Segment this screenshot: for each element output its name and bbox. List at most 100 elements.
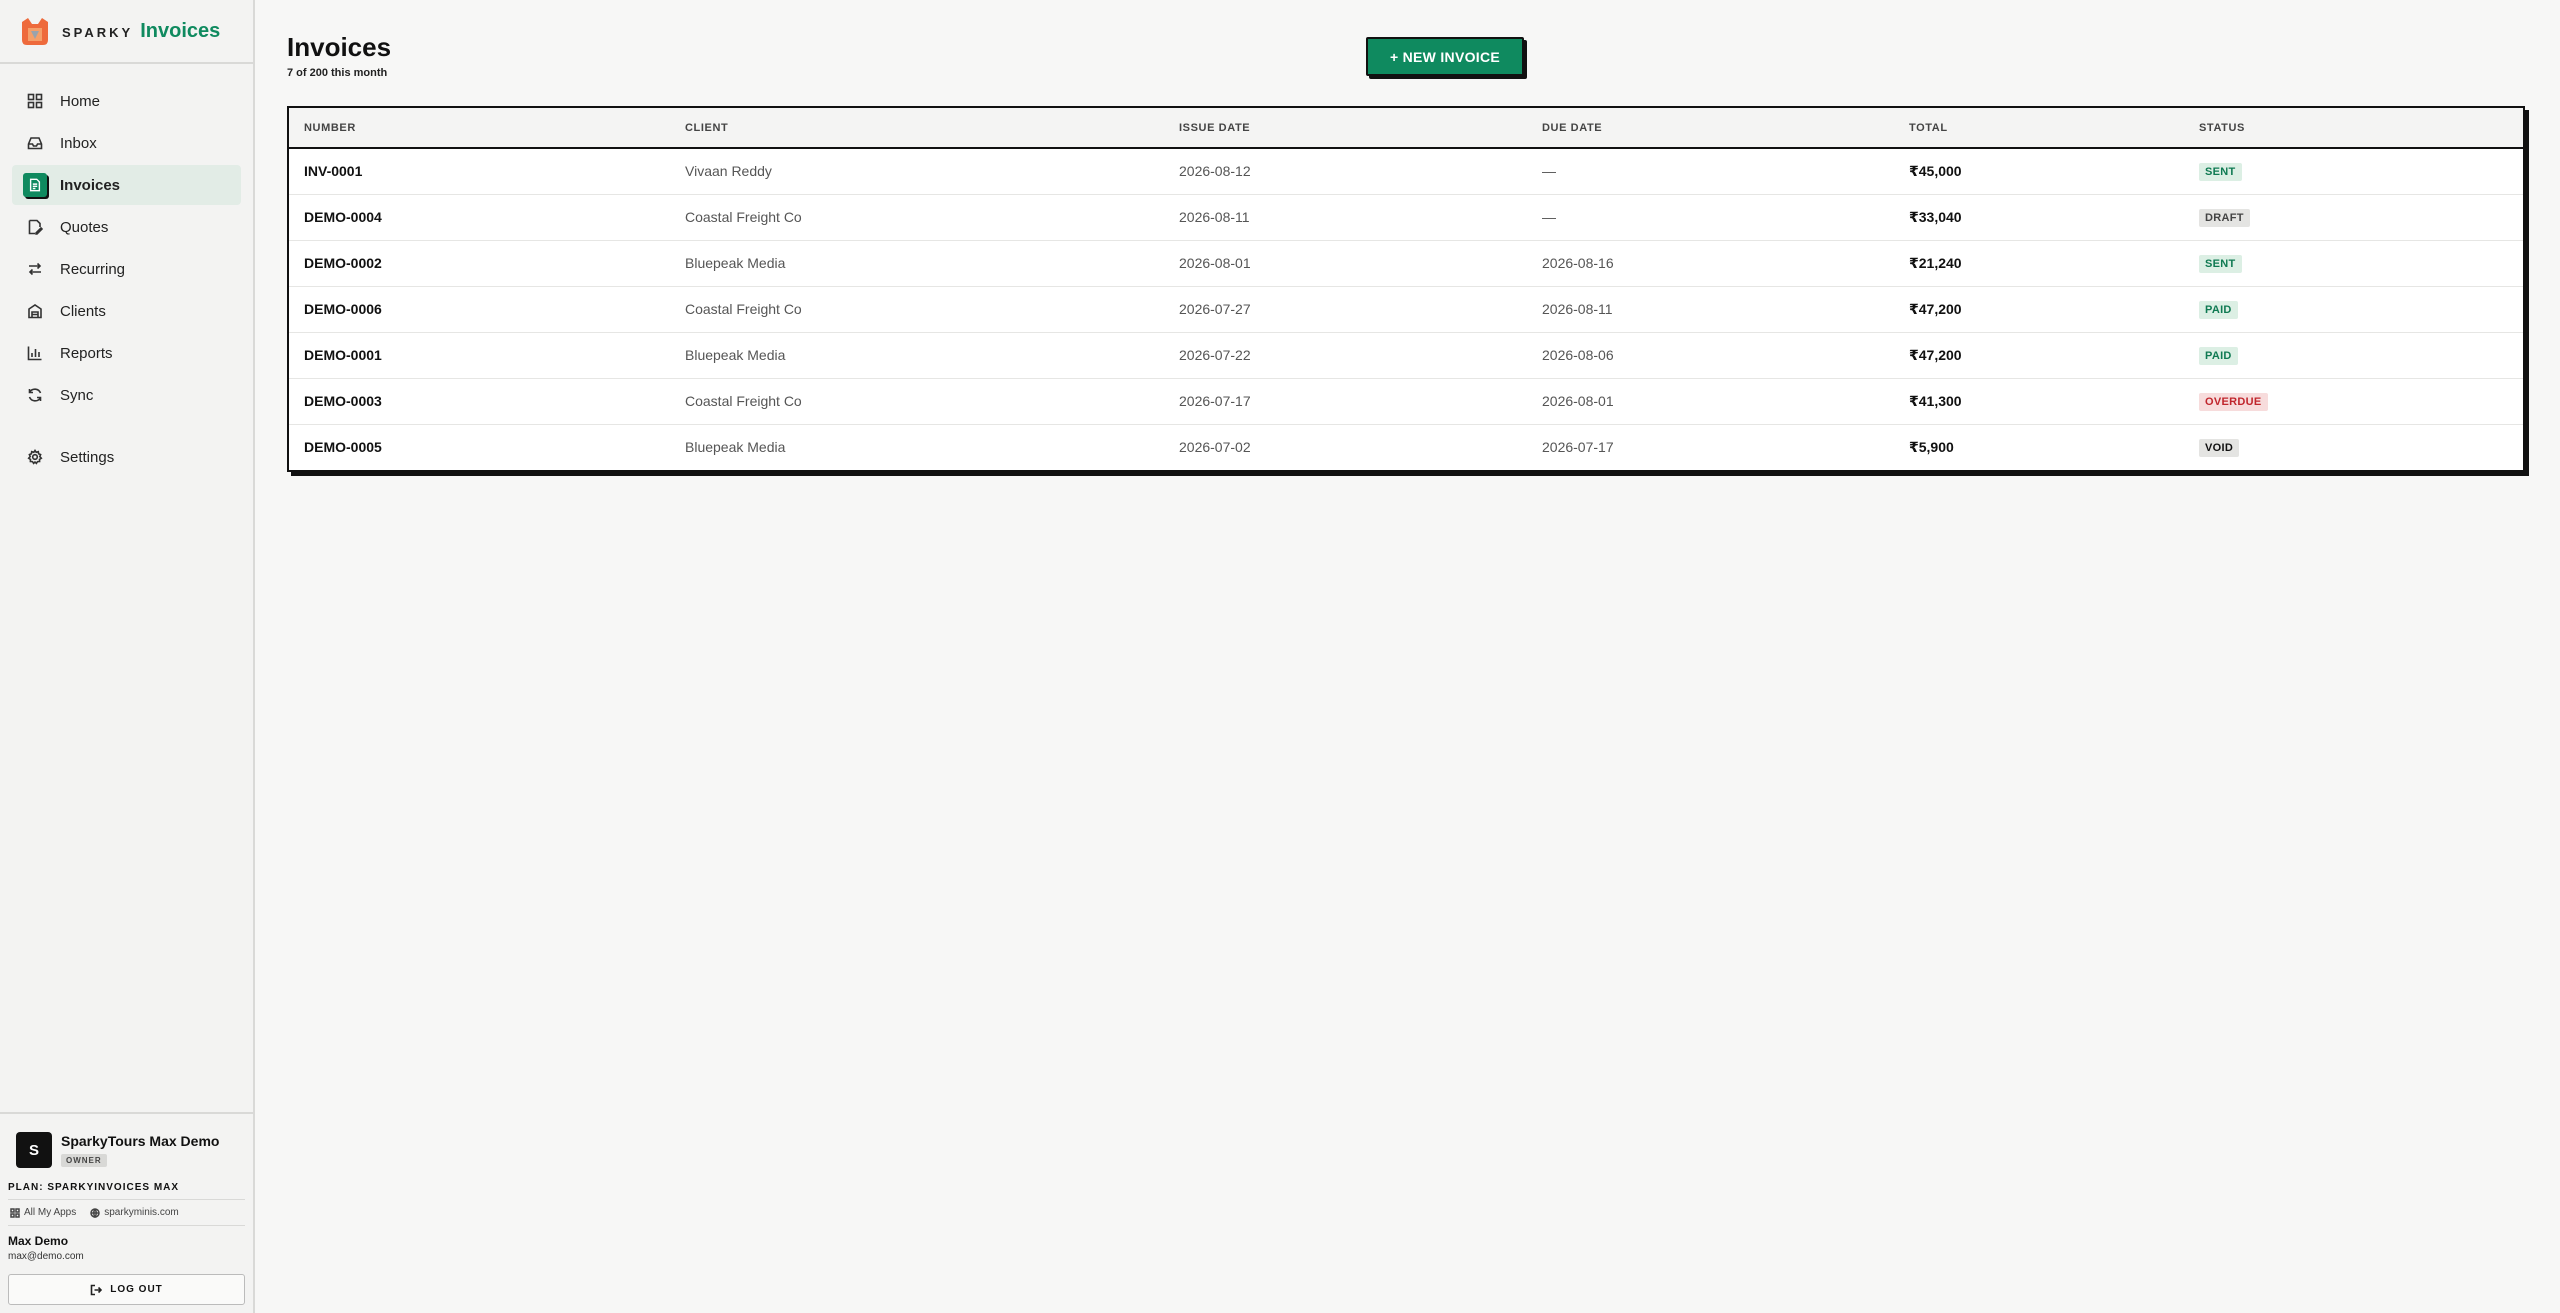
new-invoice-button[interactable]: + NEW INVOICE bbox=[1366, 37, 1524, 76]
sidebar-item-recurring[interactable]: Recurring bbox=[12, 249, 241, 289]
table-row[interactable]: DEMO-0002 Bluepeak Media 2026-08-01 2026-08… bbox=[289, 240, 2523, 287]
column-header-issue-date[interactable]: ISSUE DATE bbox=[1164, 108, 1527, 149]
website-label: sparkyminis.com bbox=[104, 1207, 179, 1218]
invoice-number: DEMO-0004 bbox=[289, 194, 670, 241]
sparky-logo-icon bbox=[22, 18, 48, 45]
globe-icon bbox=[90, 1207, 100, 1218]
main-content: Invoices 7 of 200 this month + NEW INVOI… bbox=[255, 0, 2560, 1313]
invoice-number: DEMO-0005 bbox=[304, 439, 382, 456]
table-row[interactable]: DEMO-0001 Bluepeak Media 2026-07-22 2026-08… bbox=[289, 332, 2523, 379]
due-date: — bbox=[1527, 194, 1894, 241]
client-name: Bluepeak Media bbox=[685, 439, 786, 456]
sidebar-item-reports[interactable]: Reports bbox=[12, 333, 241, 373]
sidebar-item-label: Quotes bbox=[60, 218, 109, 236]
sidebar-item-label: Invoices bbox=[60, 176, 121, 194]
all-apps-label: All My Apps bbox=[24, 1207, 77, 1218]
invoice-number: DEMO-0006 bbox=[289, 286, 670, 333]
sidebar-item-label: Recurring bbox=[60, 260, 126, 278]
invoice-number: INV-0001 bbox=[289, 148, 670, 195]
client-name: Bluepeak Media bbox=[670, 240, 1164, 287]
status-cell: SENT bbox=[2184, 240, 2523, 287]
page-title: Invoices bbox=[287, 32, 392, 62]
logout-button[interactable]: LOG OUT bbox=[8, 1274, 245, 1305]
all-apps-link[interactable]: All My Apps bbox=[10, 1207, 76, 1218]
sidebar-item-invoices[interactable]: Invoices bbox=[12, 165, 241, 205]
column-header-status[interactable]: STATUS bbox=[2184, 108, 2523, 149]
plan-label: PLAN: SPARKYINVOICES MAX bbox=[8, 1174, 245, 1200]
column-header-due-date[interactable]: DUE DATE bbox=[1527, 108, 1894, 149]
page-subtitle: 7 of 200 this month bbox=[287, 67, 388, 79]
table-row[interactable]: INV-0001 Vivaan Reddy 2026-08-12— ₹45,000 SE… bbox=[289, 148, 2523, 195]
client-name: Coastal Freight Co bbox=[670, 286, 1164, 333]
due-date: 2026-07-17 bbox=[1542, 439, 1614, 456]
user-info: Max Demo max@demo.com bbox=[8, 1226, 245, 1274]
column-header-client[interactable]: CLIENT bbox=[670, 108, 1164, 149]
user-email: max@demo.com bbox=[8, 1251, 84, 1262]
invoice-number: DEMO-0001 bbox=[289, 332, 670, 379]
status-badge: SENT bbox=[2199, 254, 2242, 273]
invoice-number: DEMO-0003 bbox=[289, 378, 670, 425]
issue-date: 2026-07-22 bbox=[1164, 332, 1527, 379]
sidebar-item-quotes[interactable]: Quotes bbox=[12, 207, 241, 247]
sidebar-account-panel: S SparkyTours Max Demo OWNER PLAN: SPARK… bbox=[0, 1112, 253, 1313]
table-row[interactable]: DEMO-0004 Coastal Freight Co 2026-08-11— ₹3… bbox=[289, 194, 2523, 241]
logout-icon bbox=[90, 1284, 103, 1295]
home-icon bbox=[26, 92, 44, 110]
invoice-total: ₹47,200 bbox=[1894, 286, 2184, 333]
user-name: Max Demo bbox=[8, 1234, 69, 1248]
quote-icon bbox=[26, 218, 44, 236]
table-row[interactable]: DEMO-0006 Coastal Freight Co 2026-07-27 202… bbox=[289, 286, 2523, 333]
logout-label: LOG OUT bbox=[110, 1284, 163, 1295]
sidebar-item-label: Inbox bbox=[60, 134, 97, 152]
issue-date: 2026-08-01 bbox=[1164, 240, 1527, 287]
external-links: All My Apps sparkyminis.com bbox=[8, 1200, 245, 1226]
status-cell: SENT bbox=[2184, 148, 2523, 195]
column-header-number[interactable]: NUMBER bbox=[289, 108, 670, 149]
sidebar-item-label: Reports bbox=[60, 344, 113, 362]
status-badge: VOID bbox=[2199, 438, 2240, 457]
sidebar-item-inbox[interactable]: Inbox bbox=[12, 123, 241, 163]
issue-date: 2026-07-27 bbox=[1164, 286, 1527, 333]
avatar: S bbox=[16, 1132, 52, 1168]
invoice-total: ₹5,900 bbox=[1909, 438, 1954, 455]
table-row[interactable]: DEMO-0005 Bluepeak Media 2026-07-02 2026-07… bbox=[289, 424, 2523, 470]
column-header-total[interactable]: TOTAL bbox=[1894, 108, 2184, 149]
sidebar-nav: Home Inbox Invoices Quotes Recurring Cli… bbox=[0, 64, 253, 479]
client-name: Vivaan Reddy bbox=[670, 148, 1164, 195]
invoices-table: NUMBER CLIENT ISSUE DATE DUE DATE TOTAL … bbox=[287, 106, 2525, 472]
client-name: Coastal Freight Co bbox=[670, 378, 1164, 425]
issue-date: 2026-07-02 bbox=[1179, 439, 1251, 456]
status-badge: PAID bbox=[2199, 346, 2238, 365]
brand[interactable]: SPARKY Invoices bbox=[0, 0, 253, 64]
invoice-number: DEMO-0002 bbox=[289, 240, 670, 287]
brand-sparky: SPARKY bbox=[62, 24, 134, 40]
invoice-total: ₹41,300 bbox=[1894, 378, 2184, 425]
status-badge: OVERDUE bbox=[2199, 392, 2268, 411]
sidebar-item-settings[interactable]: Settings bbox=[12, 437, 241, 477]
apps-grid-icon bbox=[10, 1207, 20, 1218]
table-row[interactable]: DEMO-0003 Coastal Freight Co 2026-07-17 202… bbox=[289, 378, 2523, 425]
issue-date: 2026-08-11 bbox=[1164, 194, 1527, 241]
status-badge: DRAFT bbox=[2199, 208, 2250, 227]
org-switcher[interactable]: S SparkyTours Max Demo OWNER bbox=[8, 1114, 245, 1174]
sidebar-item-label: Clients bbox=[60, 302, 106, 320]
status-cell: PAID bbox=[2184, 286, 2523, 333]
invoice-total: ₹45,000 bbox=[1894, 148, 2184, 195]
due-date: 2026-08-16 bbox=[1527, 240, 1894, 287]
inbox-icon bbox=[26, 134, 44, 152]
status-badge: SENT bbox=[2199, 162, 2242, 181]
issue-date: 2026-07-17 bbox=[1164, 378, 1527, 425]
brand-app-name: Invoices bbox=[140, 19, 221, 42]
sidebar: SPARKY Invoices Home Inbox Invoices Quot… bbox=[0, 0, 255, 1313]
sidebar-item-label: Sync bbox=[60, 386, 94, 404]
sidebar-item-home[interactable]: Home bbox=[12, 81, 241, 121]
sidebar-item-sync[interactable]: Sync bbox=[12, 375, 241, 415]
due-date: 2026-08-06 bbox=[1527, 332, 1894, 379]
sidebar-item-label: Home bbox=[60, 92, 101, 110]
invoice-total: ₹47,200 bbox=[1894, 332, 2184, 379]
website-link[interactable]: sparkyminis.com bbox=[90, 1207, 179, 1218]
sidebar-item-clients[interactable]: Clients bbox=[12, 291, 241, 331]
status-badge: PAID bbox=[2199, 300, 2238, 319]
recurring-icon bbox=[26, 260, 44, 278]
sync-icon bbox=[26, 386, 44, 404]
